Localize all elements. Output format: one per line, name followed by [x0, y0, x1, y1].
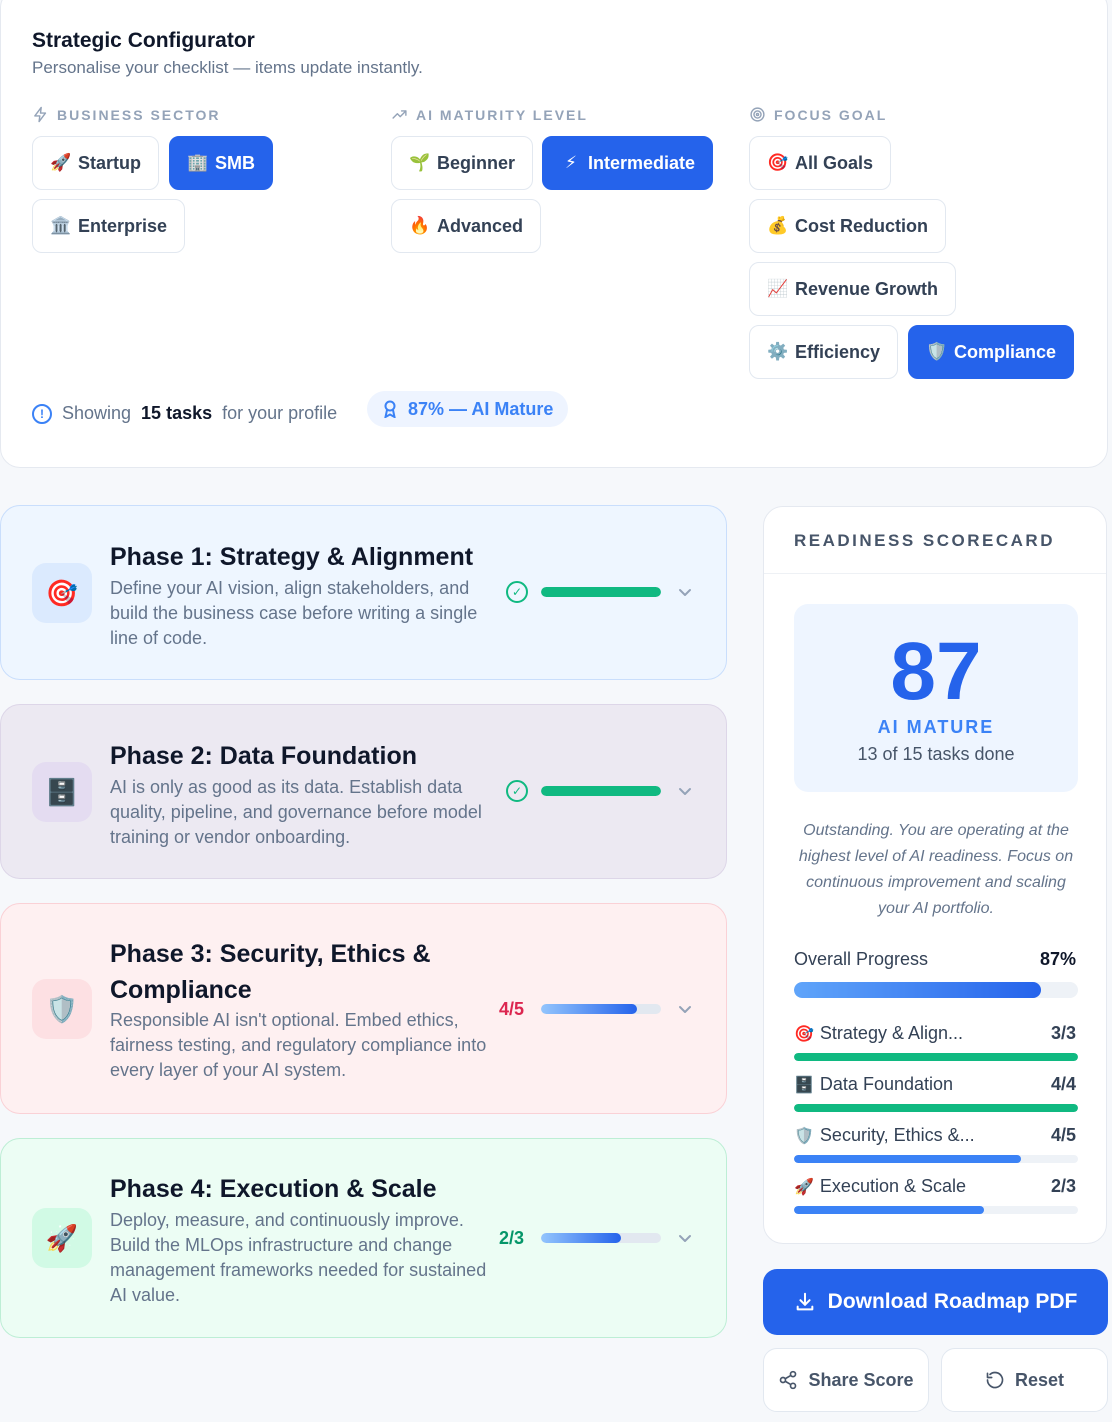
phase-title: Phase 2: Data Foundation: [110, 742, 417, 770]
phase-card-4[interactable]: 🚀 Phase 4: Execution & Scale Deploy, mea…: [0, 1138, 727, 1338]
breakdown-label-execution: 🚀 Execution & Scale: [794, 1176, 967, 1196]
check-circle-icon: ✓: [506, 581, 528, 603]
lightning-icon: [34, 106, 47, 123]
phase-task-count: 4/5: [499, 999, 525, 1019]
phase-progress-bar: [541, 587, 661, 597]
reset-icon: [986, 1371, 1004, 1389]
phase-description: Define your AI vision, align stakeholder…: [110, 578, 478, 648]
task-count: 15 tasks: [141, 403, 213, 423]
phase-progress-bar: [541, 1004, 661, 1014]
tasks-done: 13 of 15 tasks done: [857, 744, 1015, 764]
phase-card-1[interactable]: 🎯 Phase 1: Strategy & Alignment Define y…: [0, 505, 727, 680]
office-building-icon: 🏢: [187, 153, 209, 172]
award-icon: [384, 400, 396, 418]
file-cabinet-icon: 🗄️: [32, 762, 92, 822]
phase-description: Deploy, measure, and continuously improv…: [110, 1210, 487, 1305]
configurator-title: Strategic Configurator: [32, 29, 255, 52]
target-icon: 🎯: [794, 1025, 814, 1043]
breakdown-value: 2/3: [1050, 1176, 1076, 1196]
fire-icon: 🔥: [409, 216, 431, 235]
overall-progress-label: Overall Progress: [794, 949, 929, 969]
rocket-icon: 🚀: [32, 1208, 92, 1268]
download-icon: [796, 1292, 813, 1311]
target-icon: [750, 107, 765, 122]
sector-option-enterprise[interactable]: 🏛️ Enterprise: [32, 199, 186, 253]
goal-option-revenue-growth[interactable]: 📈 Revenue Growth: [749, 262, 957, 316]
goal-option-cost-reduction[interactable]: 💰 Cost Reduction: [749, 199, 946, 253]
breakdown-value: 3/3: [1050, 1023, 1076, 1043]
phase-progress-bar: [541, 1233, 661, 1243]
shield-icon: 🛡️: [926, 342, 948, 361]
download-roadmap-button[interactable]: Download Roadmap PDF: [763, 1269, 1108, 1335]
profile-task-summary: ! Showing 15 tasks for your profile: [32, 403, 337, 424]
breakdown-label-strategy: 🎯 Strategy & Align...: [794, 1023, 963, 1043]
money-bag-icon: 💰: [767, 216, 789, 235]
lightning-bolt-icon: ⚡: [565, 153, 577, 172]
file-cabinet-icon: 🗄️: [794, 1076, 814, 1094]
configurator-subtitle: Personalise your checklist — items updat…: [32, 58, 423, 77]
classical-building-icon: 🏛️: [50, 216, 72, 235]
overall-progress-value: 87%: [1039, 949, 1076, 969]
phase-title: Phase 4: Execution & Scale: [110, 1175, 437, 1203]
sector-option-smb[interactable]: 🏢 SMB: [169, 136, 273, 190]
overall-progress-bar: [794, 982, 1078, 998]
ai-maturity-heading: AI MATURITY LEVEL: [391, 106, 588, 123]
phase-card-2[interactable]: 🗄️ Phase 2: Data Foundation AI is only a…: [0, 704, 727, 879]
shield-icon: 🛡️: [794, 1127, 814, 1145]
maturity-option-intermediate[interactable]: ⚡ Intermediate: [542, 136, 714, 190]
share-icon: [780, 1370, 797, 1390]
gear-icon: ⚙️: [767, 342, 789, 361]
goal-option-efficiency[interactable]: ⚙️ Efficiency: [749, 325, 899, 379]
goal-option-compliance[interactable]: 🛡️ Compliance: [908, 325, 1075, 379]
phase-progress-bar: [541, 786, 661, 796]
readiness-scorecard: READINESS SCORECARD 87 AI MATURE 13 of 1…: [763, 506, 1107, 1244]
phase-card-3[interactable]: 🛡️ Phase 3: Security, Ethics & Complianc…: [0, 903, 727, 1114]
shield-icon: 🛡️: [32, 979, 92, 1039]
target-icon: 🎯: [32, 563, 92, 623]
sector-option-startup[interactable]: 🚀 Startup: [32, 136, 159, 190]
readiness-score: 87: [890, 626, 982, 717]
info-icon: !: [32, 403, 52, 424]
check-circle-icon: ✓: [506, 780, 528, 802]
breakdown-value: 4/5: [1050, 1125, 1076, 1145]
divider: [764, 573, 1106, 574]
breakdown-bar: [794, 1206, 1078, 1214]
score-summary-box: 87 AI MATURE 13 of 15 tasks done: [794, 604, 1078, 792]
bullseye-icon: 🎯: [767, 153, 789, 172]
breakdown-bar: [794, 1104, 1078, 1112]
maturity-badge: 87% — AI Mature: [367, 391, 569, 427]
breakdown-label-data: 🗄️ Data Foundation: [794, 1074, 954, 1094]
business-sector-heading: BUSINESS SECTOR: [32, 106, 221, 123]
chevron-down-icon[interactable]: [677, 1230, 693, 1246]
phase-description: AI is only as good as its data. Establis…: [110, 777, 482, 847]
maturity-option-beginner[interactable]: 🌱 Beginner: [391, 136, 534, 190]
scorecard-heading: READINESS SCORECARD: [794, 531, 1055, 550]
strategic-configurator-panel: Strategic Configurator Personalise your …: [0, 0, 1108, 468]
share-score-button[interactable]: Share Score: [763, 1348, 929, 1412]
score-message: Outstanding. You are operating at the hi…: [798, 822, 1074, 917]
rocket-icon: 🚀: [50, 153, 72, 172]
seedling-icon: 🌱: [409, 153, 431, 172]
breakdown-bar: [794, 1053, 1078, 1061]
rocket-icon: 🚀: [794, 1178, 814, 1196]
phase-title: Phase 1: Strategy & Alignment: [110, 543, 474, 571]
chevron-down-icon[interactable]: [677, 584, 693, 600]
chevron-down-icon[interactable]: [677, 783, 693, 799]
maturity-option-advanced[interactable]: 🔥 Advanced: [391, 199, 542, 253]
phase-title: Phase 3: Security, Ethics & Compliance: [110, 940, 431, 1004]
maturity-level: AI MATURE: [877, 717, 995, 737]
reset-button[interactable]: Reset: [941, 1348, 1108, 1412]
breakdown-bar: [794, 1155, 1078, 1163]
goal-option-all-goals[interactable]: 🎯 All Goals: [749, 136, 892, 190]
trending-up-icon: [392, 110, 407, 119]
breakdown-value: 4/4: [1050, 1074, 1076, 1094]
breakdown-label-security: 🛡️ Security, Ethics &...: [794, 1125, 975, 1145]
phase-task-count: 2/3: [499, 1228, 525, 1248]
phase-description: Responsible AI isn't optional. Embed eth…: [110, 1010, 487, 1080]
chevron-down-icon[interactable]: [677, 1001, 693, 1017]
focus-goal-heading: FOCUS GOAL: [749, 106, 887, 123]
chart-increasing-icon: 📈: [767, 279, 789, 298]
